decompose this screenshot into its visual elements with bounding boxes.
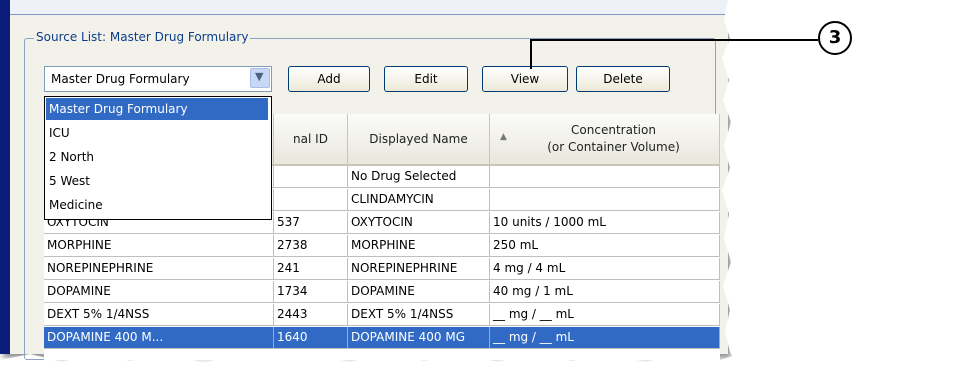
dropdown-option[interactable]: Master Drug Formulary: [46, 98, 268, 120]
chevron-down-icon: ▼: [255, 70, 264, 83]
cell-generic: DOPAMINE 400 M...: [44, 327, 274, 348]
cell-generic: NOREPINEPHRINE: [44, 258, 274, 279]
dialog-top-strip: [10, 0, 728, 15]
dropdown-option[interactable]: Medicine: [46, 194, 268, 216]
source-list-combo[interactable]: Master Drug Formulary ▼: [44, 66, 272, 92]
view-button[interactable]: View: [482, 66, 568, 92]
cell-name: DOPAMINE 400 MG: [348, 327, 490, 348]
table-row[interactable]: DEXT 5% 1/4NSS 2443 DEXT 5% 1/4NSS __ mg / …: [44, 304, 720, 326]
combo-selected-value: Master Drug Formulary: [51, 72, 190, 86]
table-row[interactable]: MORPHINE 2738 MORPHINE 250 mL: [44, 235, 720, 257]
cell-conc: __ mg / __ mL: [490, 304, 720, 325]
cell-name: DEXT 5% 1/4NSS: [348, 304, 490, 325]
cell-generic: MORPHINE: [44, 235, 274, 256]
cell-name: NOREPINEPHRINE: [348, 258, 490, 279]
callout-number-badge: 3: [818, 21, 852, 55]
header-name-label: Displayed Name: [369, 132, 468, 146]
cell-conc: [490, 189, 720, 210]
cell-id: 1640: [274, 327, 348, 348]
cell-id: [274, 189, 348, 210]
cell-id: 241: [274, 258, 348, 279]
cell-name: CLINDAMYCIN: [348, 189, 490, 210]
cell-conc: __ mg / __ mL: [490, 327, 720, 348]
cell-conc: 4 mg / 4 mL: [490, 258, 720, 279]
combo-dropdown-button[interactable]: ▼: [250, 68, 270, 88]
column-header-displayed-name[interactable]: Displayed Name: [348, 114, 490, 166]
cell-generic: DEXT 5% 1/4NSS: [44, 304, 274, 325]
cell-id: 537: [274, 212, 348, 233]
cell-conc: 40 mg / 1 mL: [490, 281, 720, 302]
cell-generic: DOPAMINE: [44, 281, 274, 302]
table-row[interactable]: DOPAMINE 400 M... 1640 DOPAMINE 400 MG __ m…: [44, 327, 720, 349]
window-left-edge: [0, 0, 10, 354]
cell-id: [274, 166, 348, 187]
header-id-label: nal ID: [293, 132, 328, 146]
combo-dropdown-list: Master Drug Formulary ICU 2 North 5 West Med…: [44, 96, 272, 220]
sort-ascending-icon: ▲: [500, 132, 507, 142]
callout-leader-horizontal: [530, 39, 818, 41]
cell-conc: 250 mL: [490, 235, 720, 256]
cell-name: MORPHINE: [348, 235, 490, 256]
column-header-id[interactable]: nal ID: [274, 114, 348, 166]
cell-id: 2738: [274, 235, 348, 256]
table-row[interactable]: NOREPINEPHRINE 241 NOREPINEPHRINE 4 mg / 4 …: [44, 258, 720, 280]
header-conc-line1: Concentration: [571, 123, 656, 137]
add-button[interactable]: Add: [288, 66, 370, 92]
cell-id: 2443: [274, 304, 348, 325]
header-conc-line2: (or Container Volume): [547, 140, 680, 154]
cell-name: DOPAMINE: [348, 281, 490, 302]
column-header-concentration[interactable]: ▲ Concentration (or Container Volume): [490, 114, 720, 166]
dropdown-option[interactable]: 5 West: [46, 170, 268, 192]
cell-name: OXYTOCIN: [348, 212, 490, 233]
cell-conc: [490, 166, 720, 187]
delete-button[interactable]: Delete: [576, 66, 670, 92]
edit-button[interactable]: Edit: [384, 66, 468, 92]
cell-conc: 10 units / 1000 mL: [490, 212, 720, 233]
cell-id: 1734: [274, 281, 348, 302]
source-list-title: Source List: Master Drug Formulary: [34, 30, 251, 44]
table-row[interactable]: DOPAMINE 1734 DOPAMINE 40 mg / 1 mL: [44, 281, 720, 303]
cell-name: No Drug Selected: [348, 166, 490, 187]
callout-leader-vertical: [530, 39, 532, 69]
dropdown-option[interactable]: 2 North: [46, 146, 268, 168]
dropdown-option[interactable]: ICU: [46, 122, 268, 144]
